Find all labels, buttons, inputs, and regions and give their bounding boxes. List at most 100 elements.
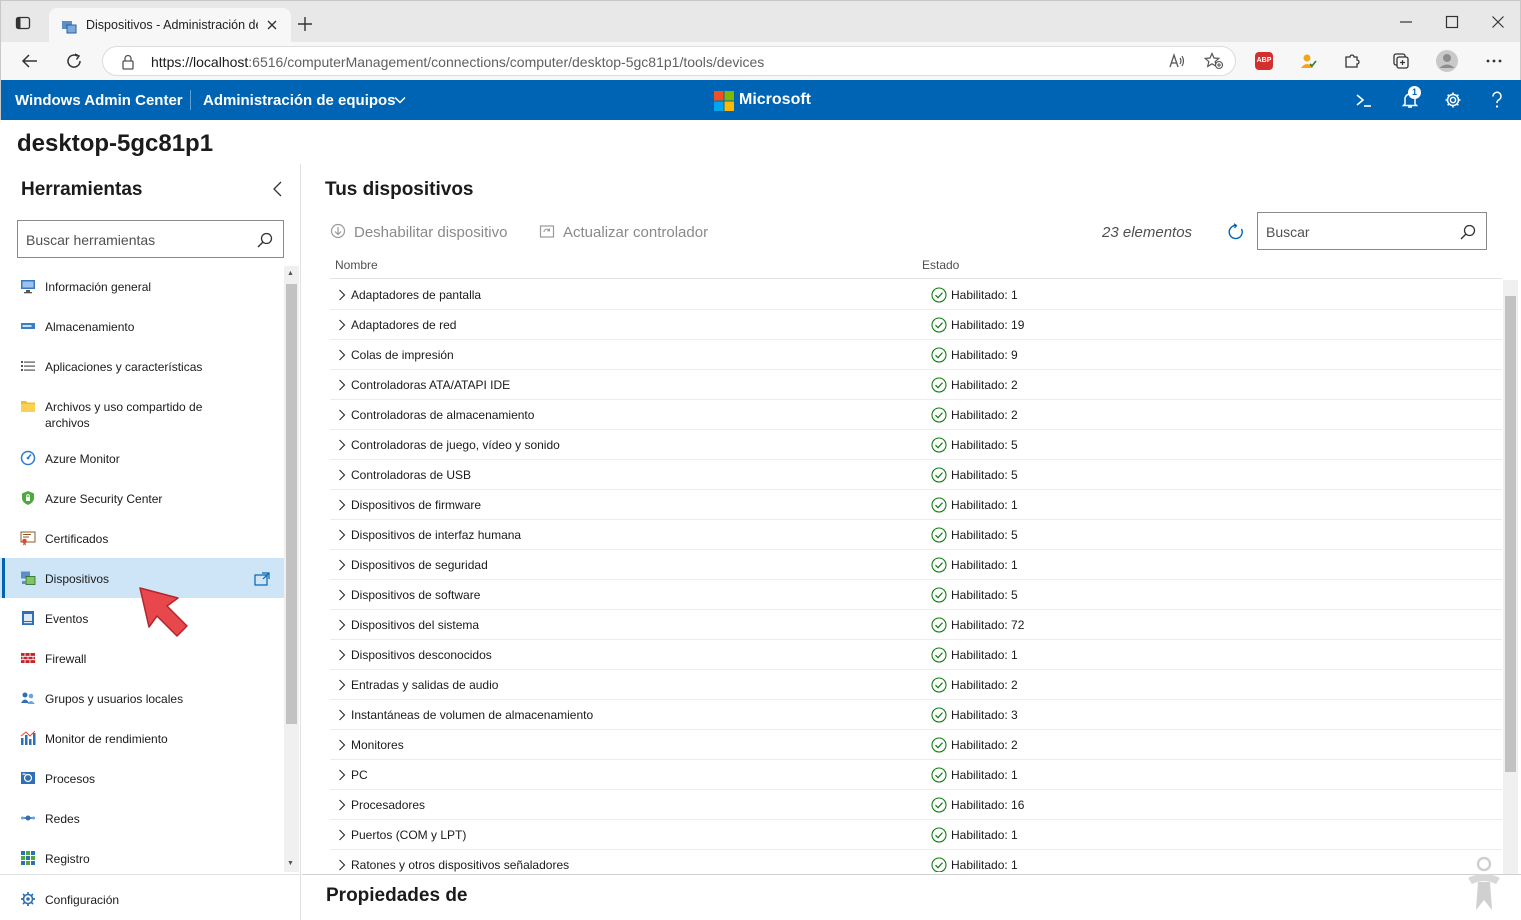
profile-avatar-icon[interactable] (1435, 49, 1459, 73)
table-row[interactable]: Dispositivos de software Habilitado: 5 (330, 580, 1502, 610)
table-row[interactable]: Monitores Habilitado: 2 (330, 730, 1502, 760)
table-row[interactable]: Controladoras de juego, vídeo y sonido Ha… (330, 430, 1502, 460)
collections-icon[interactable] (1392, 52, 1410, 70)
table-row[interactable]: Dispositivos de seguridad Habilitado: 1 (330, 550, 1502, 580)
more-options-icon[interactable] (1485, 52, 1503, 70)
back-icon[interactable] (21, 52, 39, 70)
update-driver-label: Actualizar controlador (563, 224, 709, 241)
maximize-icon[interactable] (1445, 15, 1459, 29)
gear-icon[interactable] (1444, 91, 1462, 109)
table-row[interactable]: Colas de impresión Habilitado: 9 (330, 340, 1502, 370)
chevron-right-icon[interactable] (338, 649, 346, 661)
sidebar-item-monitor-rendimiento[interactable]: Monitor de rendimiento (0, 718, 284, 758)
chevron-right-icon[interactable] (338, 619, 346, 631)
extension-person-icon[interactable] (1299, 52, 1317, 70)
device-state: Habilitado: 2 (951, 378, 1018, 392)
search-icon[interactable] (1459, 223, 1477, 241)
chevron-right-icon[interactable] (338, 439, 346, 451)
sidebar-item-aplicaciones[interactable]: Aplicaciones y características (0, 346, 284, 386)
sidebar-item-azure-security[interactable]: Azure Security Center (0, 478, 284, 518)
sidebar-item-informacion-general[interactable]: Información general (0, 266, 284, 306)
table-row[interactable]: Entradas y salidas de audio Habilitado: 2 (330, 670, 1502, 700)
table-row[interactable]: Controladoras ATA/ATAPI IDE Habilitado: 2 (330, 370, 1502, 400)
browser-tab[interactable]: Dispositivos - Administración de equipos (49, 8, 291, 43)
table-row[interactable]: Procesadores Habilitado: 16 (330, 790, 1502, 820)
lock-icon[interactable] (121, 54, 135, 70)
chevron-right-icon[interactable] (338, 769, 346, 781)
table-row[interactable]: Dispositivos de interfaz humana Habilitad… (330, 520, 1502, 550)
table-row[interactable]: Controladoras de USB Habilitado: 5 (330, 460, 1502, 490)
address-bar[interactable]: https://localhost:6516/computerManagemen… (102, 46, 1236, 76)
column-header-state[interactable]: Estado (922, 258, 959, 272)
table-row[interactable]: PC Habilitado: 1 (330, 760, 1502, 790)
table-row[interactable]: Puertos (COM y LPT) Habilitado: 1 (330, 820, 1502, 850)
new-tab-icon[interactable] (297, 16, 313, 32)
chevron-right-icon[interactable] (338, 529, 346, 541)
sidebar-item-procesos[interactable]: Procesos (0, 758, 284, 798)
favorites-add-icon[interactable] (1204, 52, 1224, 70)
table-row[interactable]: Ratones y otros dispositivos señaladores… (330, 850, 1502, 872)
tools-search-input[interactable]: Buscar herramientas (17, 220, 284, 258)
sidebar-item-firewall[interactable]: Firewall (0, 638, 284, 678)
table-row[interactable]: Dispositivos desconocidos Habilitado: 1 (330, 640, 1502, 670)
chevron-right-icon[interactable] (338, 829, 346, 841)
open-in-new-window-icon[interactable] (254, 572, 270, 586)
chevron-right-icon[interactable] (338, 379, 346, 391)
table-row[interactable]: Dispositivos del sistema Habilitado: 72 (330, 610, 1502, 640)
sidebar-scrollbar-thumb[interactable] (286, 284, 297, 724)
chevron-right-icon[interactable] (338, 409, 346, 421)
registry-icon (20, 850, 36, 866)
refresh-icon[interactable] (1227, 223, 1245, 241)
scroll-down-icon[interactable]: ▼ (287, 860, 294, 867)
close-icon[interactable] (265, 18, 279, 32)
devices-scrollbar-thumb[interactable] (1505, 296, 1516, 772)
table-row[interactable]: Adaptadores de pantalla Habilitado: 1 (330, 280, 1502, 310)
table-row[interactable]: Controladoras de almacenamiento Habilitad… (330, 400, 1502, 430)
help-icon[interactable] (1489, 91, 1505, 109)
device-state: Habilitado: 16 (951, 798, 1025, 812)
scroll-up-icon[interactable]: ▲ (287, 270, 294, 277)
chevron-right-icon[interactable] (338, 319, 346, 331)
sidebar-item-archivos[interactable]: Archivos y uso compartido de archivos (0, 386, 284, 438)
adblock-icon[interactable]: ABP (1255, 52, 1273, 70)
check-circle-icon (931, 857, 947, 872)
chevron-right-icon[interactable] (338, 739, 346, 751)
collapse-sidebar-icon[interactable] (271, 181, 285, 197)
chevron-right-icon[interactable] (338, 289, 346, 301)
table-row[interactable]: Instantáneas de volumen de almacenamient… (330, 700, 1502, 730)
devices-search-input[interactable]: Buscar (1257, 212, 1487, 250)
minimize-icon[interactable] (1399, 15, 1413, 29)
wac-brand[interactable]: Windows Admin Center (15, 92, 183, 109)
chevron-down-icon[interactable] (394, 94, 406, 106)
powershell-icon[interactable] (1355, 91, 1373, 109)
reload-icon[interactable] (65, 52, 83, 70)
chevron-right-icon[interactable] (338, 349, 346, 361)
chevron-right-icon[interactable] (338, 469, 346, 481)
table-row[interactable]: Adaptadores de red Habilitado: 19 (330, 310, 1502, 340)
sidebar-item-redes[interactable]: Redes (0, 798, 284, 838)
tab-actions-icon[interactable] (15, 15, 31, 31)
search-icon[interactable] (256, 231, 274, 249)
window-close-icon[interactable] (1491, 15, 1505, 29)
chevron-right-icon[interactable] (338, 859, 346, 871)
chevron-right-icon[interactable] (338, 499, 346, 511)
solution-picker[interactable]: Administración de equipos (203, 92, 396, 109)
column-header-name[interactable]: Nombre (335, 258, 378, 272)
read-aloud-icon[interactable] (1168, 52, 1186, 70)
disable-device-button[interactable]: Deshabilitar dispositivo (330, 222, 530, 244)
chevron-right-icon[interactable] (338, 709, 346, 721)
update-driver-button[interactable]: Actualizar controlador (539, 222, 729, 244)
sidebar-item-configuracion[interactable]: Configuración (0, 874, 300, 920)
chevron-right-icon[interactable] (338, 559, 346, 571)
chevron-right-icon[interactable] (338, 799, 346, 811)
sidebar-item-grupos-usuarios[interactable]: Grupos y usuarios locales (0, 678, 284, 718)
sidebar-item-almacenamiento[interactable]: Almacenamiento (0, 306, 284, 346)
extensions-puzzle-icon[interactable] (1343, 52, 1361, 70)
url-host: https://localhost (151, 54, 249, 70)
sidebar-item-certificados[interactable]: Certificados (0, 518, 284, 558)
sidebar-item-registro[interactable]: Registro (0, 838, 284, 872)
chevron-right-icon[interactable] (338, 589, 346, 601)
sidebar-item-azure-monitor[interactable]: Azure Monitor (0, 438, 284, 478)
table-row[interactable]: Dispositivos de firmware Habilitado: 1 (330, 490, 1502, 520)
chevron-right-icon[interactable] (338, 679, 346, 691)
